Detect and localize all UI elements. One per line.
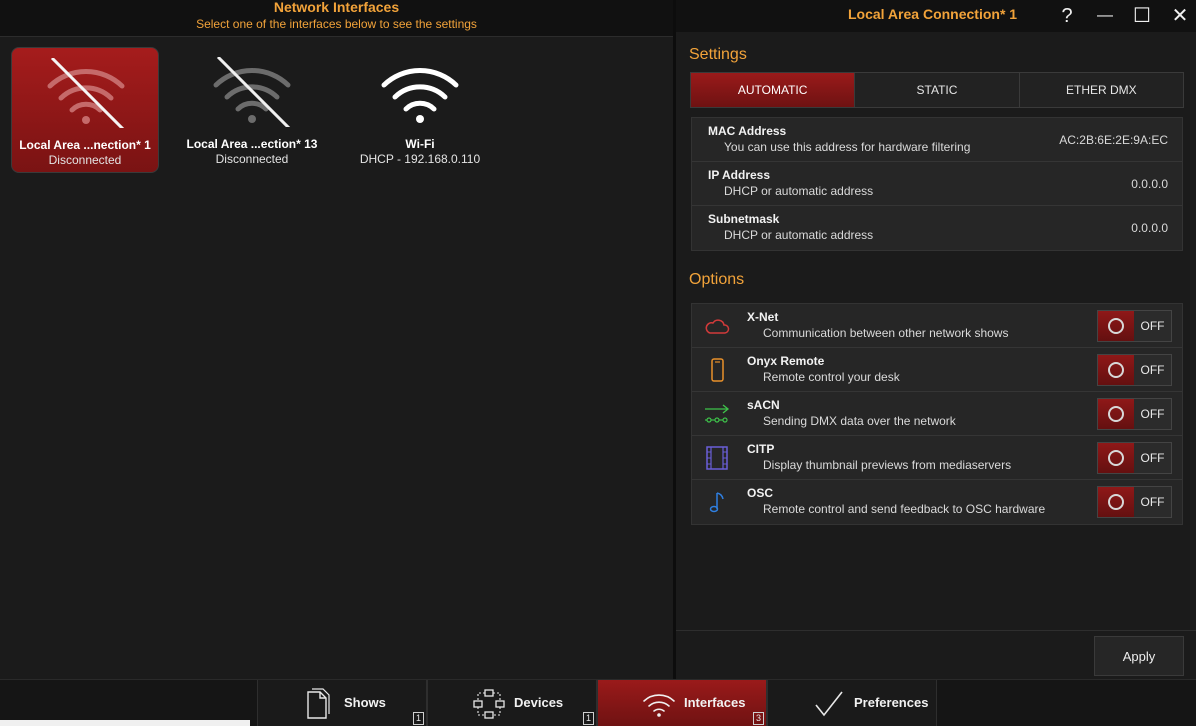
tab-ether-dmx[interactable]: ETHER DMX	[1020, 73, 1183, 107]
nav-label: Devices	[514, 695, 564, 710]
sacn-toggle[interactable]: OFF	[1097, 398, 1172, 430]
toggle-state: OFF	[1140, 451, 1165, 465]
option-desc: Display thumbnail previews from mediaser…	[763, 458, 1012, 472]
nav-badge: 3	[753, 712, 764, 725]
help-button[interactable]: ?	[1054, 3, 1080, 29]
citp-toggle[interactable]: OFF	[1097, 442, 1172, 474]
setting-desc: DHCP or automatic address	[724, 228, 874, 242]
interface-name: Wi-Fi	[405, 137, 435, 151]
toggle-knob	[1098, 443, 1134, 473]
option-row-sacn: sACN Sending DMX data over the network O…	[692, 392, 1182, 436]
setting-row-ip: IP Address DHCP or automatic address 0.0…	[692, 162, 1182, 206]
settings-header: Local Area Connection* 1 ? — ☐ ✕	[676, 0, 1196, 32]
nav-preferences[interactable]: Preferences	[767, 680, 937, 726]
maximize-button[interactable]: ☐	[1129, 3, 1155, 29]
setting-row-mac: MAC Address You can use this address for…	[692, 118, 1182, 162]
option-label: sACN	[747, 398, 780, 412]
interface-status: Disconnected	[48, 153, 122, 167]
nav-badge: 1	[583, 712, 594, 725]
interfaces-header: Network Interfaces Select one of the int…	[0, 0, 673, 37]
xnet-toggle[interactable]: OFF	[1097, 310, 1172, 342]
nav-label: Preferences	[854, 695, 929, 710]
options-section-title: Options	[689, 271, 745, 288]
nav-shows[interactable]: Shows 1	[257, 680, 427, 726]
option-row-xnet: X-Net Communication between other networ…	[692, 304, 1182, 348]
setting-value: 0.0.0.0	[1131, 177, 1168, 191]
option-desc: Remote control your desk	[763, 370, 900, 384]
tab-automatic[interactable]: AUTOMATIC	[691, 73, 856, 107]
toggle-knob	[1098, 487, 1134, 517]
setting-row-subnet: Subnetmask DHCP or automatic address 0.0…	[692, 206, 1182, 250]
minimize-button[interactable]: —	[1092, 3, 1118, 29]
wifi-disconnected-icon	[47, 58, 125, 128]
interface-tile-lac13[interactable]: Local Area ...ection* 13 Disconnected	[178, 47, 326, 173]
toggle-knob	[1098, 399, 1134, 429]
setting-label: Subnetmask	[708, 212, 780, 226]
tab-static[interactable]: STATIC	[855, 73, 1020, 107]
nav-label: Interfaces	[684, 695, 746, 710]
setting-desc: You can use this address for hardware fi…	[724, 140, 971, 154]
osc-toggle[interactable]: OFF	[1097, 486, 1172, 518]
interface-name: Local Area ...nection* 1	[19, 138, 151, 152]
option-row-citp: CITP Display thumbnail previews from med…	[692, 436, 1182, 480]
interface-tile-lac1[interactable]: Local Area ...nection* 1 Disconnected	[11, 47, 159, 173]
option-label: Onyx Remote	[747, 354, 825, 368]
option-label: CITP	[747, 442, 775, 456]
interfaces-title: Network Interfaces	[273, 0, 400, 15]
devices-icon	[473, 689, 505, 719]
interface-status: Disconnected	[215, 152, 289, 166]
film-icon	[706, 446, 728, 470]
connection-title: Local Area Connection* 1	[848, 6, 1018, 22]
interfaces-subtitle: Select one of the interfaces below to se…	[196, 17, 477, 31]
option-desc: Remote control and send feedback to OSC …	[763, 502, 1046, 516]
option-desc: Sending DMX data over the network	[763, 414, 956, 428]
progress-bar	[0, 720, 250, 726]
option-row-osc: OSC Remote control and send feedback to …	[692, 480, 1182, 524]
toggle-knob	[1098, 355, 1134, 385]
settings-panel: Local Area Connection* 1 ? — ☐ ✕ Setting…	[676, 0, 1196, 679]
apply-button[interactable]: Apply	[1094, 636, 1184, 676]
toggle-state: OFF	[1140, 363, 1165, 377]
cloud-icon	[705, 319, 730, 334]
settings-section-title: Settings	[689, 46, 747, 63]
interface-status: DHCP - 192.168.0.110	[359, 152, 481, 166]
nav-badge: 1	[413, 712, 424, 725]
close-button[interactable]: ✕	[1167, 3, 1193, 29]
nav-devices[interactable]: Devices 1	[427, 680, 597, 726]
toggle-state: OFF	[1140, 407, 1165, 421]
toggle-state: OFF	[1140, 495, 1165, 509]
onyx-remote-toggle[interactable]: OFF	[1097, 354, 1172, 386]
interface-tile-wifi[interactable]: Wi-Fi DHCP - 192.168.0.110	[346, 47, 494, 173]
setting-label: IP Address	[708, 168, 771, 182]
interface-name: Local Area ...ection* 13	[186, 137, 318, 151]
setting-value: 0.0.0.0	[1131, 221, 1168, 235]
wifi-disconnected-icon	[213, 57, 291, 127]
option-label: OSC	[747, 486, 774, 500]
nav-interfaces[interactable]: Interfaces 3	[597, 680, 767, 726]
apply-bar: Apply	[676, 630, 1196, 679]
option-label: X-Net	[747, 310, 779, 324]
music-note-icon	[709, 492, 724, 513]
network-arrow-icon	[705, 404, 730, 423]
setting-desc: DHCP or automatic address	[724, 184, 874, 198]
wifi-icon	[643, 694, 675, 717]
interfaces-panel: Network Interfaces Select one of the int…	[0, 0, 673, 679]
checkmark-icon	[815, 691, 843, 717]
toggle-state: OFF	[1140, 319, 1165, 333]
document-icon	[307, 688, 330, 719]
setting-value: AC:2B:6E:2E:9A:EC	[1059, 133, 1168, 147]
phone-icon	[711, 358, 724, 382]
option-row-onyx-remote: Onyx Remote Remote control your desk OFF	[692, 348, 1182, 392]
mode-tabs: AUTOMATIC STATIC ETHER DMX	[690, 72, 1184, 108]
options-list: X-Net Communication between other networ…	[691, 303, 1183, 525]
settings-list: MAC Address You can use this address for…	[691, 117, 1183, 251]
wifi-icon	[381, 68, 459, 123]
nav-label: Shows	[344, 695, 386, 710]
bottom-nav: Shows 1 Devices 1 Interfaces 3 Preferenc…	[0, 679, 1196, 726]
setting-label: MAC Address	[708, 124, 787, 138]
option-desc: Communication between other network show…	[763, 326, 1009, 340]
toggle-knob	[1098, 311, 1134, 341]
